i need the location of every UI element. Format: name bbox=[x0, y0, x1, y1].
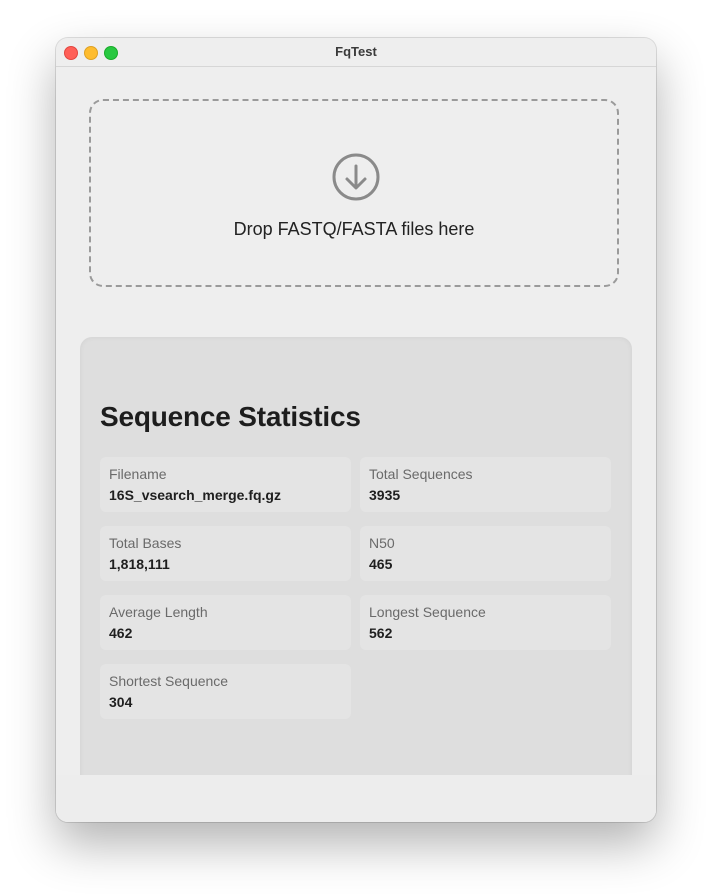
stat-label: N50 bbox=[369, 535, 395, 551]
n50-stat-card: N50 465 bbox=[360, 526, 611, 581]
file-drop-zone[interactable]: Drop FASTQ/FASTA files here bbox=[89, 99, 619, 287]
main-content: Drop FASTQ/FASTA files here Sequence Sta… bbox=[56, 67, 656, 822]
total-sequences-stat-card: Total Sequences 3935 bbox=[360, 457, 611, 512]
stat-value: 3935 bbox=[369, 487, 401, 503]
stat-value: 304 bbox=[109, 694, 133, 710]
stat-value: 16S_vsearch_merge.fq.gz bbox=[109, 487, 281, 503]
stat-label: Filename bbox=[109, 466, 167, 482]
arrow-down-circle-icon bbox=[332, 153, 380, 201]
stat-value: 465 bbox=[369, 556, 393, 572]
stat-value: 562 bbox=[369, 625, 393, 641]
sequence-statistics-panel: Sequence Statistics Filename 16S_vsearch… bbox=[80, 337, 632, 807]
app-window: FqTest Drop FASTQ/FASTA files here Seque… bbox=[56, 38, 656, 822]
stat-label: Average Length bbox=[109, 604, 208, 620]
statistics-title: Sequence Statistics bbox=[100, 401, 361, 432]
stat-label: Total Sequences bbox=[369, 466, 473, 482]
drop-zone-label: Drop FASTQ/FASTA files here bbox=[233, 219, 475, 239]
total-bases-stat-card: Total Bases 1,818,111 bbox=[100, 526, 351, 581]
bottom-margin bbox=[56, 775, 656, 822]
stat-value: 1,818,111 bbox=[109, 556, 170, 572]
window-title: FqTest bbox=[335, 44, 377, 59]
stat-label: Longest Sequence bbox=[369, 604, 486, 620]
stat-label: Total Bases bbox=[109, 535, 182, 551]
stat-value: 462 bbox=[109, 625, 133, 641]
shortest-sequence-stat-card: Shortest Sequence 304 bbox=[100, 664, 351, 719]
stat-label: Shortest Sequence bbox=[109, 673, 229, 689]
average-length-stat-card: Average Length 462 bbox=[100, 595, 351, 650]
title-bar[interactable]: FqTest bbox=[56, 38, 656, 67]
longest-sequence-stat-card: Longest Sequence 562 bbox=[360, 595, 611, 650]
filename-stat-card: Filename 16S_vsearch_merge.fq.gz bbox=[100, 457, 351, 512]
